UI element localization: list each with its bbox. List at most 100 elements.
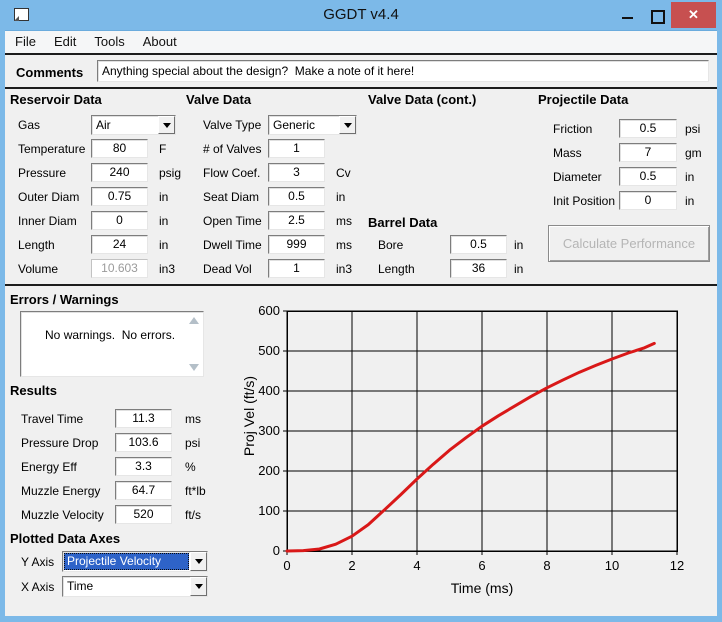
errors-text: No warnings. No errors.	[45, 328, 176, 342]
menu-item-tools[interactable]: Tools	[85, 31, 133, 53]
length-unit: in	[514, 262, 524, 276]
of-valves-input[interactable]: 1	[268, 139, 325, 158]
open-time-input[interactable]: 2.5	[268, 211, 325, 230]
init-position-input[interactable]: 0	[619, 191, 677, 210]
separator-line	[5, 87, 717, 89]
muzzle-energy-label: Muzzle Energy	[21, 484, 101, 498]
chevron-down-icon[interactable]	[158, 116, 175, 134]
chevron-down-icon[interactable]	[190, 577, 207, 596]
dwell-time-label: Dwell Time	[203, 238, 262, 252]
dead-vol-label: Dead Vol	[203, 262, 252, 276]
pressure-input[interactable]: 240	[91, 163, 148, 182]
dwell-time-unit: ms	[336, 238, 352, 252]
bore-label: Bore	[378, 238, 404, 252]
svg-text:600: 600	[258, 303, 280, 318]
pressure-unit: psig	[159, 166, 182, 180]
menu-item-about[interactable]: About	[134, 31, 186, 53]
calculate-performance-button[interactable]: Calculate Performance	[548, 225, 710, 262]
length-input[interactable]: 24	[91, 235, 148, 254]
dwell-time-input[interactable]: 999	[268, 235, 325, 254]
svg-text:0: 0	[273, 543, 280, 558]
inner-diam-input[interactable]: 0	[91, 211, 148, 230]
projectile-section-title: Projectile Data	[538, 92, 629, 107]
maximize-icon[interactable]	[642, 2, 671, 28]
field-row-muzzle-velocity: Muzzle Velocity 520 ft/s	[10, 505, 240, 524]
svg-text:100: 100	[258, 503, 280, 518]
flow-coef-input[interactable]: 3	[268, 163, 325, 182]
minimize-icon[interactable]	[613, 2, 642, 28]
length-input[interactable]: 36	[450, 259, 507, 278]
gas-select[interactable]: Air	[91, 115, 176, 135]
pressure-label: Pressure	[18, 166, 67, 180]
y-axis-select[interactable]: Projectile Velocity	[62, 551, 208, 572]
menu-item-edit[interactable]: Edit	[45, 31, 85, 53]
muzzle-energy-input[interactable]: 64.7	[115, 481, 172, 500]
inner-diam-label: Inner Diam	[18, 214, 77, 228]
volume-label: Volume	[18, 262, 59, 276]
svg-text:10: 10	[605, 558, 619, 573]
travel-time-input[interactable]: 11.3	[115, 409, 172, 428]
errors-section-title: Errors / Warnings	[10, 292, 119, 307]
pressure-drop-input[interactable]: 103.6	[115, 433, 172, 452]
svg-text:300: 300	[258, 423, 280, 438]
field-row-travel-time: Travel Time 11.3 ms	[10, 409, 240, 428]
valve-type-selected-value: Generic	[273, 118, 316, 132]
open-time-label: Open Time	[203, 214, 262, 228]
bore-input[interactable]: 0.5	[450, 235, 507, 254]
app-window: GGDT v4.4 ✕ File Edit Tools About Comments …	[0, 0, 722, 622]
muzzle-velocity-input[interactable]: 520	[115, 505, 172, 524]
menu-item-file[interactable]: File	[6, 31, 45, 53]
close-icon[interactable]: ✕	[671, 2, 716, 28]
chevron-down-icon[interactable]	[190, 552, 207, 571]
field-row-open-time: Open Time 2.5 ms	[196, 211, 426, 230]
diameter-input[interactable]: 0.5	[619, 167, 677, 186]
scroll-down-icon[interactable]	[189, 364, 199, 371]
field-row-of-valves: # of Valves 1	[196, 139, 426, 158]
outer-diam-input[interactable]: 0.75	[91, 187, 148, 206]
energy-eff-input[interactable]: 3.3	[115, 457, 172, 476]
valve-type-select[interactable]: Generic	[268, 115, 357, 135]
pressure-drop-unit: psi	[185, 436, 201, 450]
valve-cont-section-title: Valve Data (cont.)	[368, 92, 477, 107]
reservoir-section-title: Reservoir Data	[10, 92, 102, 107]
svg-text:2: 2	[348, 558, 355, 573]
field-row-init-position: Init Position 0 in	[548, 191, 722, 210]
x-axis-selected-value: Time	[67, 579, 94, 593]
length-label: Length	[18, 238, 55, 252]
muzzle-velocity-unit: ft/s	[185, 508, 202, 522]
separator-line	[5, 284, 717, 286]
field-row-flow-coef: Flow Coef. 3 Cv	[196, 163, 426, 182]
valve-type-label: Valve Type	[203, 118, 262, 132]
mass-input[interactable]: 7	[619, 143, 677, 162]
dead-vol-input[interactable]: 1	[268, 259, 325, 278]
temperature-input[interactable]: 80	[91, 139, 148, 158]
seat-diam-unit: in	[336, 190, 346, 204]
mass-label: Mass	[553, 146, 582, 160]
svg-text:Time (ms): Time (ms)	[451, 580, 513, 596]
of-valves-label: # of Valves	[203, 142, 262, 156]
y-axis-label: Y Axis	[21, 555, 55, 569]
comments-input[interactable]: Anything special about the design? Make …	[97, 60, 709, 82]
valve-section-title: Valve Data	[186, 92, 252, 107]
flow-coef-unit: Cv	[336, 166, 351, 180]
comments-label: Comments	[16, 65, 84, 80]
errors-warnings-box[interactable]: No warnings. No errors.	[20, 311, 204, 377]
scroll-up-icon[interactable]	[189, 317, 199, 324]
dead-vol-unit: in3	[336, 262, 353, 276]
x-axis-select[interactable]: Time	[62, 576, 208, 597]
field-row-muzzle-energy: Muzzle Energy 64.7 ft*lb	[10, 481, 240, 500]
friction-input[interactable]: 0.5	[619, 119, 677, 138]
field-row-friction: Friction 0.5 psi	[548, 119, 722, 138]
chevron-down-icon[interactable]	[339, 116, 356, 134]
svg-text:400: 400	[258, 383, 280, 398]
field-row-pressure-drop: Pressure Drop 103.6 psi	[10, 433, 240, 452]
muzzle-velocity-label: Muzzle Velocity	[21, 508, 104, 522]
svg-text:0: 0	[283, 558, 290, 573]
energy-eff-label: Energy Eff	[21, 460, 77, 474]
svg-text:8: 8	[543, 558, 550, 573]
title-bar: GGDT v4.4 ✕	[0, 0, 722, 30]
outer-diam-label: Outer Diam	[18, 190, 80, 204]
length-label: Length	[378, 262, 415, 276]
seat-diam-input[interactable]: 0.5	[268, 187, 325, 206]
temperature-label: Temperature	[18, 142, 86, 156]
